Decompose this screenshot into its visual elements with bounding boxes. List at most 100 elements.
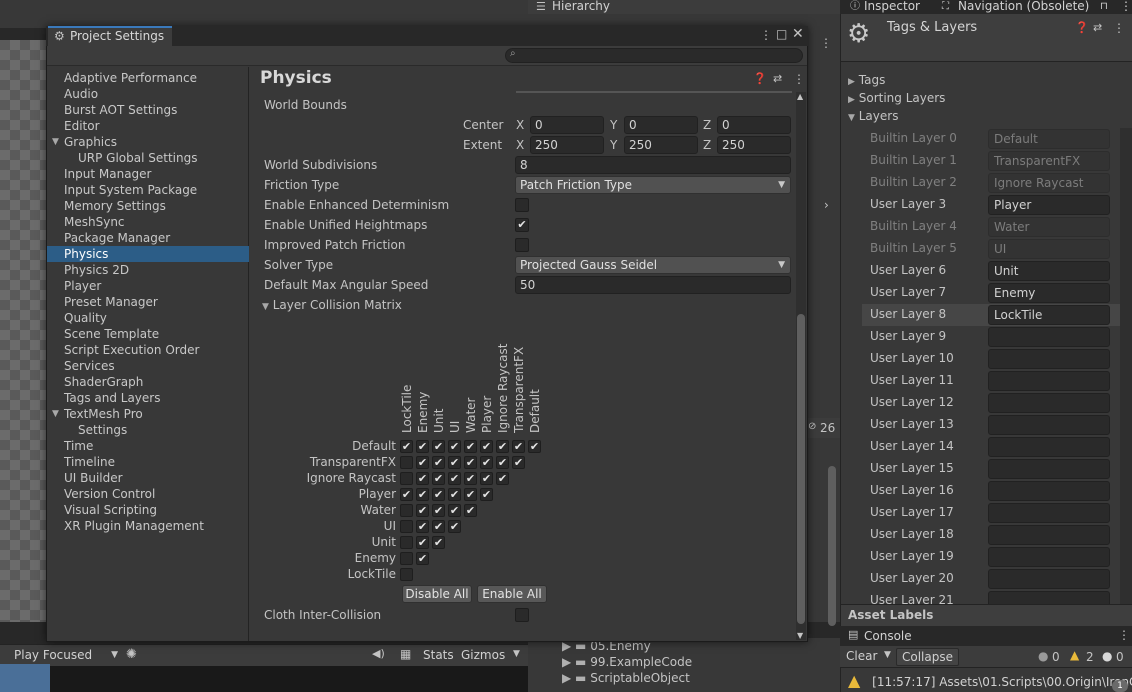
nav-item[interactable]: Adaptive Performance (47, 70, 249, 86)
matrix-checkbox[interactable] (400, 472, 413, 485)
hierarchy-lower-scroll[interactable] (828, 466, 836, 626)
hierarchy-menu-icon[interactable]: ⋮ (820, 36, 832, 50)
matrix-checkbox[interactable]: ✔ (432, 440, 445, 453)
layer-name-field[interactable] (988, 459, 1110, 479)
nav-item[interactable]: Editor (47, 118, 249, 134)
matrix-checkbox[interactable]: ✔ (400, 488, 413, 501)
nav-item[interactable]: MeshSync (47, 214, 249, 230)
nav-item[interactable]: Preset Manager (47, 294, 249, 310)
matrix-checkbox[interactable]: ✔ (480, 488, 493, 501)
stats-button[interactable]: Stats (423, 648, 454, 662)
matrix-checkbox[interactable]: ✔ (464, 440, 477, 453)
settings-search-input[interactable]: ⌕ (505, 48, 803, 63)
matrix-checkbox[interactable]: ✔ (432, 536, 445, 549)
matrix-checkbox[interactable]: ✔ (480, 472, 493, 485)
matrix-checkbox[interactable]: ✔ (512, 456, 525, 469)
disable-all-button[interactable]: Disable All (402, 585, 472, 603)
matrix-checkbox[interactable]: ✔ (416, 472, 429, 485)
matrix-checkbox[interactable]: ✔ (512, 440, 525, 453)
nav-item[interactable]: Burst AOT Settings (47, 102, 249, 118)
nav-item[interactable]: Version Control (47, 486, 249, 502)
nav-item[interactable]: Settings (47, 422, 249, 438)
nav-item[interactable]: Package Manager (47, 230, 249, 246)
matrix-checkbox[interactable]: ✔ (448, 504, 461, 517)
matrix-checkbox[interactable]: ✔ (496, 472, 509, 485)
sorting-layers-foldout[interactable]: ▶ Sorting Layers (848, 91, 945, 105)
nav-item[interactable]: Services (47, 358, 249, 374)
nav-item[interactable]: Visual Scripting (47, 502, 249, 518)
cloth-inter-collision-checkbox[interactable] (515, 608, 529, 622)
nav-item[interactable]: Scene Template (47, 326, 249, 342)
nav-item[interactable]: Tags and Layers (47, 390, 249, 406)
layer-name-field[interactable] (988, 525, 1110, 545)
matrix-checkbox[interactable]: ✔ (464, 504, 477, 517)
hierarchy-tab[interactable]: Hierarchy (552, 0, 610, 13)
asset-labels-header[interactable]: Asset Labels (841, 604, 1132, 626)
warning-icon[interactable]: ▲ (1070, 648, 1079, 662)
layer-name-field[interactable] (988, 569, 1110, 589)
nav-item[interactable]: XR Plugin Management (47, 518, 249, 534)
layer-name-field[interactable] (988, 371, 1110, 391)
layer-name-field[interactable] (988, 349, 1110, 369)
gizmos-button[interactable]: Gizmos (461, 648, 505, 662)
matrix-checkbox[interactable]: ✔ (464, 488, 477, 501)
layer-name-field[interactable] (988, 503, 1110, 523)
play-mode-dropdown[interactable]: Play Focused ▼ (14, 647, 120, 665)
matrix-checkbox[interactable]: ✔ (448, 488, 461, 501)
nav-item[interactable]: Input Manager (47, 166, 249, 182)
game-view[interactable] (0, 666, 528, 692)
layer-name-field[interactable] (988, 547, 1110, 567)
nav-item[interactable]: Physics 2D (47, 262, 249, 278)
nav-item[interactable]: UI Builder (47, 470, 249, 486)
matrix-checkbox[interactable]: ✔ (480, 456, 493, 469)
nav-item[interactable]: URP Global Settings (47, 150, 249, 166)
matrix-checkbox[interactable] (400, 520, 413, 533)
matrix-checkbox[interactable] (400, 504, 413, 517)
help-icon[interactable]: ❓ (1075, 21, 1089, 34)
nav-item[interactable]: Time (47, 438, 249, 454)
matrix-checkbox[interactable]: ✔ (416, 488, 429, 501)
matrix-checkbox[interactable]: ✔ (496, 440, 509, 453)
matrix-checkbox[interactable]: ✔ (416, 456, 429, 469)
matrix-checkbox[interactable]: ✔ (464, 456, 477, 469)
list-item[interactable]: ▶ ▬ ScriptableObject (562, 671, 690, 685)
menu-icon[interactable]: ⋮ (1120, 0, 1132, 14)
bug-icon[interactable]: ✺ (126, 647, 137, 662)
scroll-down-icon[interactable]: ▼ (797, 631, 803, 640)
triangle-down-icon[interactable]: ▼ (52, 406, 59, 422)
nav-item[interactable]: Physics (47, 246, 249, 262)
matrix-checkbox[interactable]: ✔ (416, 536, 429, 549)
menu-icon[interactable]: ⋮ (760, 28, 772, 42)
layers-foldout[interactable]: ▼ Layers (848, 109, 898, 123)
layer-name-field[interactable] (988, 415, 1110, 435)
matrix-checkbox[interactable]: ✔ (480, 440, 493, 453)
matrix-checkbox[interactable]: ✔ (416, 504, 429, 517)
matrix-checkbox[interactable]: ✔ (432, 504, 445, 517)
layer-name-field[interactable] (988, 591, 1110, 604)
collapse-arrow-icon[interactable]: › (824, 198, 829, 212)
triangle-down-icon[interactable]: ▼ (52, 134, 59, 150)
layer-name-field[interactable]: LockTile (988, 305, 1110, 325)
matrix-checkbox[interactable]: ✔ (448, 472, 461, 485)
matrix-checkbox[interactable] (400, 456, 413, 469)
layer-name-field[interactable] (988, 327, 1110, 347)
matrix-checkbox[interactable]: ✔ (464, 472, 477, 485)
matrix-checkbox[interactable]: ✔ (448, 440, 461, 453)
collapse-button[interactable]: Collapse (896, 648, 959, 666)
matrix-checkbox[interactable]: ✔ (400, 440, 413, 453)
project-settings-tab[interactable]: ⚙ Project Settings (48, 26, 172, 46)
layer-name-field[interactable]: Unit (988, 261, 1110, 281)
matrix-checkbox[interactable]: ✔ (528, 440, 541, 453)
matrix-checkbox[interactable]: ✔ (432, 456, 445, 469)
preset-icon[interactable]: ⇄ (1093, 21, 1102, 34)
matrix-checkbox[interactable] (400, 568, 413, 581)
console-log-entry[interactable]: ▲ [11:57:17] Assets\01.Scripts\00.Origin… (848, 670, 1132, 692)
tab-inspector[interactable]: Inspector (864, 0, 920, 14)
list-item[interactable]: ▶ ▬ 99.ExampleCode (562, 655, 692, 669)
matrix-checkbox[interactable]: ✔ (496, 456, 509, 469)
menu-icon[interactable]: ⋮ (1113, 21, 1125, 35)
matrix-checkbox[interactable]: ✔ (416, 520, 429, 533)
nav-item[interactable]: Memory Settings (47, 198, 249, 214)
close-icon[interactable]: ✕ (792, 26, 804, 42)
clear-button[interactable]: Clear (841, 648, 882, 666)
